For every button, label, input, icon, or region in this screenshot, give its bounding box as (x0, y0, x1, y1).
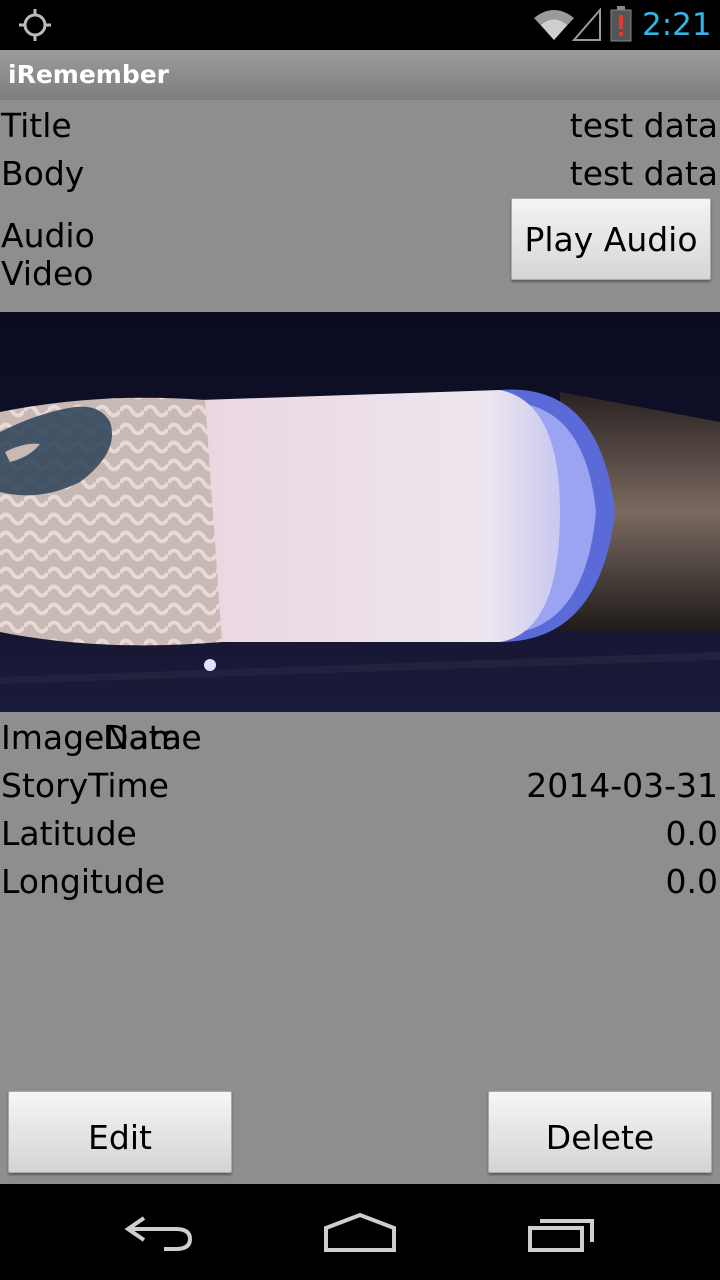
wifi-icon (534, 10, 574, 40)
story-time-label: StoryTime (1, 766, 169, 805)
video-player[interactable] (0, 312, 720, 712)
gps-icon (19, 9, 51, 41)
body-value: test data (569, 154, 718, 193)
video-label: Video (1, 254, 94, 293)
edit-button[interactable]: Edit (8, 1091, 232, 1173)
latitude-label: Latitude (1, 814, 137, 853)
home-icon[interactable] (322, 1212, 398, 1256)
app-title: iRemember (8, 60, 170, 89)
body-label: Body (1, 154, 85, 193)
title-label: Title (1, 106, 72, 145)
battery-alert-icon (610, 6, 632, 42)
video-frame-image (0, 312, 720, 712)
status-time: 2:21 (642, 7, 712, 43)
status-bar: 2:21 (0, 0, 720, 50)
back-icon[interactable] (124, 1212, 196, 1252)
screen: 2:21 iRemember Title test data Body test… (0, 0, 720, 1280)
latitude-value: 0.0 (665, 814, 718, 853)
recent-apps-icon[interactable] (526, 1212, 598, 1256)
play-audio-button[interactable]: Play Audio (511, 198, 711, 280)
delete-button[interactable]: Delete (488, 1091, 712, 1173)
signal-icon (572, 8, 601, 41)
audio-label: Audio (1, 216, 95, 255)
image-name-overlap-text: Data (103, 718, 182, 757)
navigation-bar (0, 1184, 720, 1280)
longitude-label: Longitude (1, 862, 166, 901)
title-value: test data (569, 106, 718, 145)
action-bar: iRemember (0, 50, 720, 100)
longitude-value: 0.0 (665, 862, 718, 901)
detail-content: Title test data Body test data Audio Vid… (0, 100, 720, 1184)
story-time-value: 2014-03-31 (526, 766, 718, 805)
